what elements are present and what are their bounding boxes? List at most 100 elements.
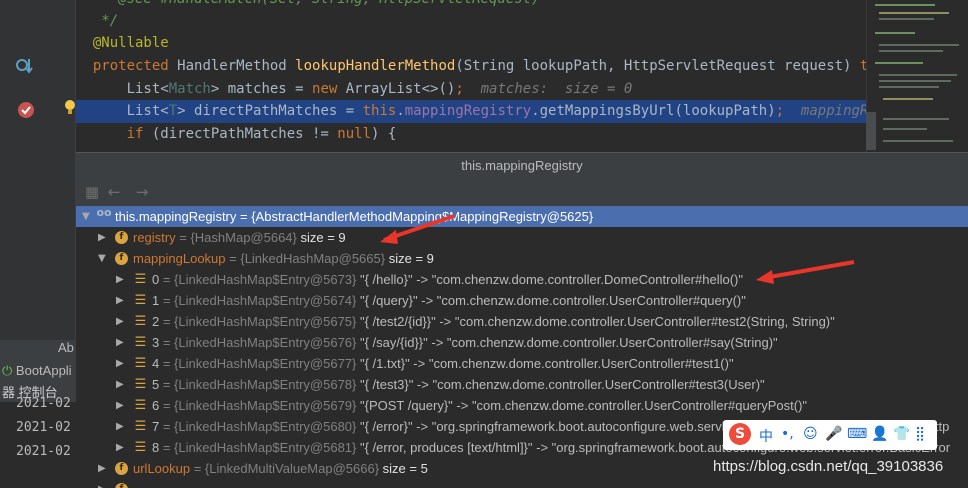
entry-ref: = {LinkedHashMap$Entry@5679} [159,398,360,413]
code-line: if (directPathMatches != null) { [76,123,866,146]
entry-ref: = {LinkedHashMap$Entry@5677} [159,356,360,371]
entry-value: "{ /query}" -> "com.chenzw.dome.controll… [359,293,746,308]
field-name: mappingLookup [133,251,226,266]
minimap-line [879,80,951,82]
ime-lang-icon[interactable]: 中 [759,426,773,446]
code-token: (directPathMatches != [151,126,338,142]
entry-value: "{POST /query}" -> "com.chenzw.dome.cont… [359,398,808,413]
entry-ref: = {LinkedHashMap$Entry@5678} [159,377,360,392]
code-minimap[interactable] [866,0,968,152]
expand-arrow-icon[interactable]: ▶ [116,353,126,374]
forward-arrow-icon[interactable]: → [132,182,152,202]
field-icon: f [115,462,128,475]
run-tool-window: Ab ⏻ BootAppli 器 控制台 2021-02 2021-02 202… [0,340,76,488]
console-line: 2021-02 [16,444,71,459]
entry-label: 3 = {LinkedHashMap$Entry@5676} "{ /say/{… [152,332,778,353]
entry-label: 5 = {LinkedHashMap$Entry@5678} "{ /test3… [152,374,765,395]
tree-row-entry[interactable]: ▶ ☰ 0 = {LinkedHashMap$Entry@5673} "{ /hel… [76,269,968,290]
field-type: = {LinkedHashMap@5665} [225,251,389,266]
expand-arrow-icon[interactable]: ▶ [98,479,108,488]
implement-marker-icon[interactable] [15,56,37,76]
code-token: * @see #handleMatch(Set, String, HttpSer… [76,0,539,7]
spring-boot-icon: ⏻ [2,364,13,379]
ime-punct-icon[interactable]: •, [781,426,794,442]
expand-arrow-icon[interactable]: ▶ [116,416,126,437]
tree-row-registry[interactable]: ▶ f registry = {HashMap@5664} size = 9 [76,227,968,248]
minimap-line [875,32,915,34]
ime-skin-icon[interactable]: 👕 [893,426,910,442]
expand-arrow-icon[interactable]: ▶ [116,332,126,353]
entry-value: "{ /say/{id}}" -> "com.chenzw.dome.contr… [359,335,778,350]
entry-value: "{ /test2/{id}}" -> "com.chenzw.dome.con… [359,314,835,329]
expand-arrow-icon[interactable]: ▶ [116,269,126,290]
watermark: https://blog.csdn.net/qq_39103836 [713,458,944,475]
ime-keyboard-icon[interactable]: ⌨ [847,426,867,442]
ime-menu-icon[interactable]: ⣿ [915,426,925,442]
tree-row-mapping-lookup[interactable]: ▼ f mappingLookup = {LinkedHashMap@5665}… [76,248,968,269]
tree-row-root[interactable]: ▼ oo this.mappingRegistry = {AbstractHan… [76,206,968,227]
run-config-label[interactable]: ⏻ BootAppli [0,360,76,382]
popup-title: this.mappingRegistry [76,153,968,178]
code-token: ; [455,81,464,97]
code-token: this [362,103,397,119]
console-output: 2021-02 2021-02 2021-02 [0,396,76,488]
entry-icon: ☰ [134,356,147,371]
console-line: 2021-02 [16,396,71,411]
registry-label: registry = {HashMap@5664} size = 9 [133,227,346,248]
code-token: ArrayList<>() [345,81,456,97]
entry-label: 4 = {LinkedHashMap$Entry@5677} "{ /1.txt… [152,353,734,374]
minimap-line [883,98,933,100]
expand-arrow-icon[interactable]: ▶ [116,374,126,395]
ime-toolbar[interactable]: S 中 •, ☺ 🎤 ⌨ 👤 👕 ⣿ [723,420,937,450]
code-token: lookupHandlerMethod [295,58,456,74]
field-type: = {LinkedMultiValueMap@5666} [190,461,383,476]
entry-ref: = {LinkedHashMap$Entry@5680} [159,419,360,434]
entry-label: 2 = {LinkedHashMap$Entry@5675} "{ /test2… [152,311,835,332]
root-label: this.mappingRegistry = {AbstractHandlerM… [115,206,593,227]
tree-row-entry[interactable]: ▶ ☰ 3 = {LinkedHashMap$Entry@5676} "{ /say… [76,332,968,353]
tree-row-entry[interactable]: ▶ ☰ 5 = {LinkedHashMap$Entry@5678} "{ /tes… [76,374,968,395]
expand-arrow-icon[interactable]: ▼ [98,248,108,269]
expand-arrow-icon[interactable]: ▶ [116,290,126,311]
code-token: T [168,103,178,119]
tree-row-entry[interactable]: ▶ ☰ 4 = {LinkedHashMap$Entry@5677} "{ /1.t… [76,353,968,374]
expand-arrow-icon[interactable]: ▶ [116,437,126,458]
field-icon: f [115,231,128,244]
expand-arrow-icon[interactable]: ▶ [98,227,108,248]
code-line: */ [76,10,866,33]
ime-emoji-icon[interactable]: ☺ [803,426,818,442]
code-token: null [337,126,372,142]
code-token: ; [775,103,785,119]
console-line: 2021-02 [16,420,71,435]
ime-voice-icon[interactable]: 🎤 [825,426,842,442]
code-token: . [396,103,405,119]
expand-arrow-icon[interactable]: ▶ [98,458,108,479]
tree-row-partial[interactable]: ▶ f [76,479,968,488]
tab-label[interactable]: Ab [58,340,76,356]
field-type: = {HashMap@5664} [175,230,301,245]
tree-row-entry[interactable]: ▶ ☰ 2 = {LinkedHashMap$Entry@5675} "{ /tes… [76,311,968,332]
back-arrow-icon[interactable]: ← [104,182,124,202]
code-line: protected HandlerMethod lookupHandlerMet… [76,55,866,78]
minimap-line [883,140,953,142]
code-editor[interactable]: * @see #handleMatch(Set, String, HttpSer… [76,0,866,152]
minimap-line [879,12,949,14]
url-lookup-label: urlLookup = {LinkedMultiValueMap@5666} s… [133,458,428,479]
expand-arrow-icon[interactable]: ▶ [116,311,126,332]
expand-arrow-icon[interactable]: ▶ [116,395,126,416]
pin-icon[interactable]: ▦ [82,182,102,202]
root-name: this.mappingRegistry [115,209,237,224]
editor-scrollbar-thumb[interactable] [866,112,876,150]
code-token: mappingRegistry [404,103,532,119]
entry-value: "{ /hello}" -> "com.chenzw.dome.controll… [359,272,743,287]
code-token: HandlerMethod [177,58,296,74]
tree-row-entry[interactable]: ▶ ☰ 6 = {LinkedHashMap$Entry@5679} "{POST … [76,395,968,416]
code-line: @Nullable [76,32,866,55]
minimap-line [879,74,957,76]
ime-user-icon[interactable]: 👤 [871,426,888,442]
tree-row-entry[interactable]: ▶ ☰ 1 = {LinkedHashMap$Entry@5674} "{ /que… [76,290,968,311]
lightbulb-icon[interactable] [64,99,76,117]
code-line-current: List<T> directPathMatches = this.mapping… [76,100,866,123]
expand-arrow-icon[interactable]: ▼ [82,206,92,227]
breakpoint-icon[interactable] [17,101,35,119]
